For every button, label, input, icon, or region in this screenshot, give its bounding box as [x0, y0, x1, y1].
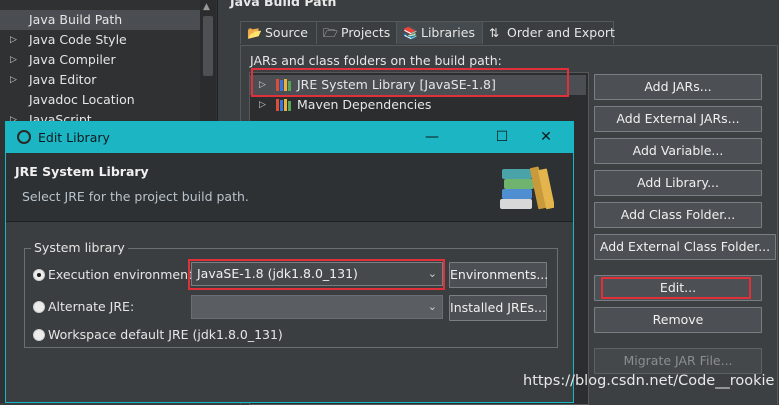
installed-jres-button[interactable]: Installed JREs... — [449, 295, 547, 321]
tab-libraries[interactable]: 📚 Libraries — [396, 21, 484, 44]
tab-label: Libraries — [421, 25, 475, 40]
add-jars-button[interactable]: Add JARs... — [594, 74, 762, 100]
add-class-folder-button[interactable]: Add Class Folder... — [594, 202, 762, 228]
scroll-up-icon[interactable]: ▲ — [203, 2, 210, 12]
dialog-title: Edit Library — [38, 130, 110, 145]
nav-item-java-build-path[interactable]: Java Build Path — [0, 10, 200, 30]
annotation-highlight-edit — [601, 277, 751, 299]
nav-item-label: Javadoc Location — [29, 92, 135, 107]
add-variable-button[interactable]: Add Variable... — [594, 138, 762, 164]
page-title: Java Build Path — [230, 0, 337, 9]
chevron-down-icon[interactable]: ⌄ — [428, 296, 437, 318]
chevron-right-icon[interactable]: ▷ — [10, 50, 17, 70]
chevron-right-icon[interactable]: ▷ — [10, 70, 17, 90]
nav-item-java-editor[interactable]: ▷ Java Editor — [0, 70, 200, 90]
annotation-highlight-jre — [251, 68, 569, 97]
divider — [6, 221, 573, 222]
dialog-description: Select JRE for the project build path. — [22, 189, 249, 204]
chevron-right-icon[interactable]: ▷ — [10, 30, 17, 50]
eclipse-gear-icon — [17, 130, 31, 144]
close-icon[interactable]: ✕ — [526, 122, 566, 153]
nav-item-label: Java Code Style — [29, 32, 127, 47]
environments-button[interactable]: Environments... — [449, 262, 548, 288]
list-item-label: Maven Dependencies — [297, 97, 432, 112]
group-label: System library — [31, 240, 128, 255]
watermark: https://blog.csdn.net/Code__rookie — [523, 373, 775, 389]
nav-item-java-code-style[interactable]: ▷ Java Code Style — [0, 30, 200, 50]
radio-button[interactable] — [33, 301, 45, 313]
radio-label: Execution environment: — [48, 267, 198, 282]
tab-label: Order and Export — [507, 25, 615, 40]
source-folder-icon: 📂 — [247, 26, 262, 40]
dialog-heading: JRE System Library — [15, 164, 149, 179]
nav-item-label: Java Editor — [29, 72, 97, 87]
library-wizard-icon — [500, 166, 554, 210]
nav-item-label: Java Compiler — [29, 52, 116, 67]
library-books-icon — [276, 99, 291, 111]
jars-label: JARs and class folders on the build path… — [250, 53, 502, 68]
add-library-button[interactable]: Add Library... — [594, 170, 762, 196]
maximize-icon[interactable]: ☐ — [482, 122, 522, 153]
add-external-class-folder-button[interactable]: Add External Class Folder... — [594, 234, 776, 260]
tab-label: Source — [265, 25, 308, 40]
radio-label: Alternate JRE: — [48, 299, 135, 314]
dialog-titlebar[interactable]: Edit Library — ☐ ✕ — [6, 122, 573, 153]
radio-label: Workspace default JRE (jdk1.8.0_131) — [48, 327, 283, 342]
tab-order-and-export[interactable]: ⇅ Order and Export — [482, 21, 615, 44]
chevron-right-icon[interactable]: ▷ — [259, 95, 266, 115]
nav-item-java-compiler[interactable]: ▷ Java Compiler — [0, 50, 200, 70]
radio-button[interactable] — [33, 269, 45, 281]
remove-button[interactable]: Remove — [594, 307, 762, 333]
migrate-jar-button[interactable]: Migrate JAR File... — [594, 348, 762, 374]
libraries-icon: 📚 — [403, 26, 418, 40]
add-external-jars-button[interactable]: Add External JARs... — [594, 106, 762, 132]
projects-icon: 🗁 — [323, 26, 338, 40]
nav-item-javadoc-location[interactable]: Javadoc Location — [0, 90, 200, 110]
minimize-icon[interactable]: — — [412, 122, 452, 153]
annotation-highlight-combo — [188, 259, 445, 290]
alternate-jre-select[interactable]: ⌄ — [191, 295, 443, 319]
list-item-maven-dependencies[interactable]: ▷ Maven Dependencies — [250, 95, 586, 115]
nav-scrollbar[interactable]: ▲ — [200, 0, 216, 134]
nav-item-label: Java Build Path — [29, 12, 123, 27]
order-export-icon: ⇅ — [489, 26, 500, 40]
scrollbar-thumb[interactable] — [203, 16, 213, 76]
radio-button[interactable] — [33, 329, 45, 341]
tab-label: Projects — [341, 25, 391, 40]
